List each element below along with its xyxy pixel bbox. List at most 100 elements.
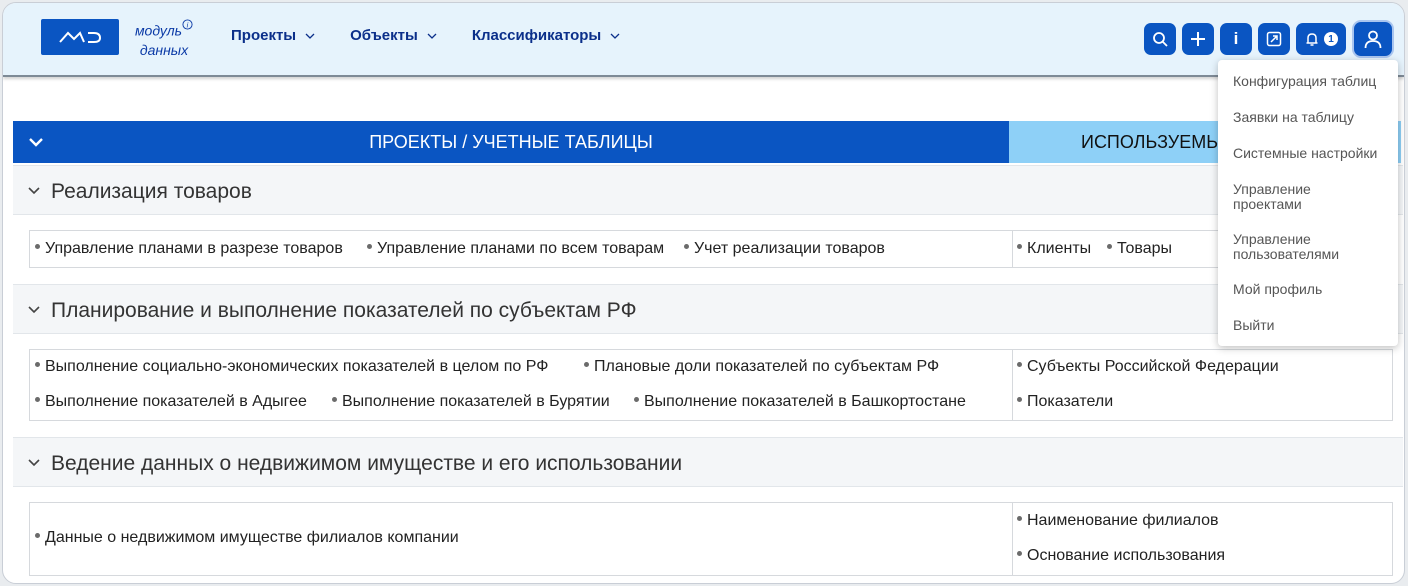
menu-item-system-settings[interactable]: Системные настройки <box>1233 146 1393 161</box>
table-link-label: Выполнение показателей в Башкортостане <box>644 393 966 410</box>
table-link-label: Выполнение показателей в Бурятии <box>342 393 610 410</box>
bullet-icon <box>1017 397 1022 403</box>
toolbar: i 1 <box>1144 20 1394 58</box>
logo-mark-icon <box>59 31 102 43</box>
nav-classifiers-label: Классификаторы <box>471 27 602 44</box>
object-link[interactable]: Показатели <box>1017 393 1113 411</box>
table-link[interactable]: Управление планами в разрезе товаров <box>35 240 343 258</box>
info-button[interactable]: i <box>1220 23 1252 55</box>
object-link-label: Товары <box>1117 240 1173 257</box>
nav-classifiers[interactable]: Классификаторы <box>472 27 621 44</box>
plus-icon <box>1191 32 1205 46</box>
table-link-label: Учет реализации товаров <box>694 240 885 257</box>
table-link-label: Плановые доли показателей по субъектам Р… <box>594 358 940 375</box>
bullet-icon <box>1017 362 1022 368</box>
table-link-label: Выполнение социально-экономических показ… <box>45 358 549 375</box>
column-divider <box>1012 503 1013 575</box>
chevron-down-icon <box>28 459 40 467</box>
group-row: Выполнение социально-экономических показ… <box>29 349 1393 421</box>
menu-item-logout[interactable]: Выйти <box>1233 318 1393 333</box>
group-header[interactable]: Ведение данных о недвижимом имуществе и … <box>13 437 1403 487</box>
used-objects-column-title: ИСПОЛЬЗУЕМЫЕ <box>1081 132 1235 152</box>
info-icon: i <box>1233 29 1239 48</box>
search-button[interactable] <box>1144 23 1176 55</box>
bullet-icon <box>332 397 337 403</box>
object-link-label: Основание использования <box>1027 547 1226 564</box>
notification-badge: 1 <box>1324 32 1338 46</box>
table-link-label: Управление планами по всем товарам <box>377 240 665 257</box>
object-link-label: Показатели <box>1027 393 1114 410</box>
bullet-icon <box>1017 244 1022 250</box>
chevron-down-icon <box>427 33 437 39</box>
object-link-label: Субъекты Российской Федерации <box>1027 358 1279 375</box>
notifications-button[interactable]: 1 <box>1296 23 1346 55</box>
nav-projects-label: Проекты <box>231 27 297 44</box>
menu-item-my-profile[interactable]: Мой профиль <box>1233 282 1393 297</box>
user-icon <box>1364 30 1382 49</box>
add-button[interactable] <box>1182 23 1214 55</box>
column-divider <box>1012 231 1013 267</box>
table-link[interactable]: Выполнение социально-экономических показ… <box>35 358 548 376</box>
main-nav: Проекты Объекты Классификаторы <box>231 27 621 44</box>
chevron-down-icon <box>28 187 40 195</box>
object-link[interactable]: Товары <box>1107 240 1172 258</box>
object-link[interactable]: Субъекты Российской Федерации <box>1017 358 1279 376</box>
chevron-down-icon <box>28 306 40 314</box>
bullet-icon <box>367 244 372 250</box>
table-link[interactable]: Учет реализации товаров <box>684 240 885 258</box>
group-title: Планирование и выполнение показателей по… <box>51 299 637 322</box>
table-link-label: Управление планами в разрезе товаров <box>45 240 343 257</box>
logo-line1: модуль <box>134 22 183 39</box>
bullet-icon <box>1107 244 1112 250</box>
nav-projects[interactable]: Проекты <box>231 27 316 44</box>
menu-item-table-requests[interactable]: Заявки на таблицу <box>1233 110 1393 125</box>
column-divider <box>1012 350 1013 420</box>
table-link[interactable]: Управление планами по всем товарам <box>367 240 664 258</box>
user-dropdown-menu: Конфигурация таблиц Заявки на таблицу Си… <box>1218 60 1398 346</box>
table-link[interactable]: Данные о недвижимом имуществе филиалов к… <box>35 529 459 547</box>
group-title: Реализация товаров <box>51 180 252 203</box>
object-link[interactable]: Клиенты <box>1017 240 1091 258</box>
bullet-icon <box>35 244 40 250</box>
menu-item-table-config[interactable]: Конфигурация таблиц <box>1233 74 1393 89</box>
object-link[interactable]: Наименование филиалов <box>1017 512 1219 530</box>
projects-column-header: ПРОЕКТЫ / УЧЕТНЫЕ ТАБЛИЦЫ <box>13 121 1009 163</box>
top-header: модуль i данных Проекты Объекты Классифик… <box>3 3 1404 77</box>
chevron-down-icon <box>305 33 315 39</box>
logo-info-icon: i <box>182 19 193 30</box>
group-header[interactable]: Планирование и выполнение показателей по… <box>13 284 1403 334</box>
bullet-icon <box>684 244 689 250</box>
search-icon <box>1153 32 1168 47</box>
bullet-icon <box>1017 516 1022 522</box>
group-row: Данные о недвижимом имуществе филиалов к… <box>29 502 1393 576</box>
expand-button[interactable] <box>1258 23 1290 55</box>
nav-objects-label: Объекты <box>350 27 418 44</box>
logo[interactable] <box>41 19 119 55</box>
table-link-label: Данные о недвижимом имуществе филиалов к… <box>45 529 459 546</box>
bullet-icon <box>35 362 40 368</box>
projects-column-title: ПРОЕКТЫ / УЧЕТНЫЕ ТАБЛИЦЫ <box>369 132 653 152</box>
bullet-icon <box>584 362 589 368</box>
logo-line2: данных <box>139 41 189 58</box>
svg-text:i: i <box>187 20 189 29</box>
nav-objects[interactable]: Объекты <box>350 27 438 44</box>
chevron-down-icon <box>610 33 620 39</box>
object-link-label: Клиенты <box>1027 240 1092 257</box>
user-menu-button[interactable] <box>1352 20 1394 58</box>
group-row: Управление планами в разрезе товаров Упр… <box>29 230 1393 268</box>
table-link[interactable]: Выполнение показателей в Адыгее <box>35 393 307 411</box>
bullet-icon <box>35 533 40 539</box>
object-link-label: Наименование филиалов <box>1027 512 1219 529</box>
bullet-icon <box>1017 551 1022 557</box>
group-header[interactable]: Реализация товаров <box>13 165 1403 215</box>
bell-icon <box>1306 33 1318 46</box>
table-link[interactable]: Плановые доли показателей по субъектам Р… <box>584 358 939 376</box>
bullet-icon <box>35 397 40 403</box>
table-link[interactable]: Выполнение показателей в Бурятии <box>332 393 610 411</box>
table-link[interactable]: Выполнение показателей в Башкортостане <box>634 393 966 411</box>
object-link[interactable]: Основание использования <box>1017 547 1225 565</box>
menu-item-manage-users[interactable]: Управление пользователями <box>1233 232 1353 262</box>
group-title: Ведение данных о недвижимом имуществе и … <box>51 452 683 475</box>
expand-icon <box>1266 31 1282 47</box>
menu-item-manage-projects[interactable]: Управление проектами <box>1233 182 1343 212</box>
